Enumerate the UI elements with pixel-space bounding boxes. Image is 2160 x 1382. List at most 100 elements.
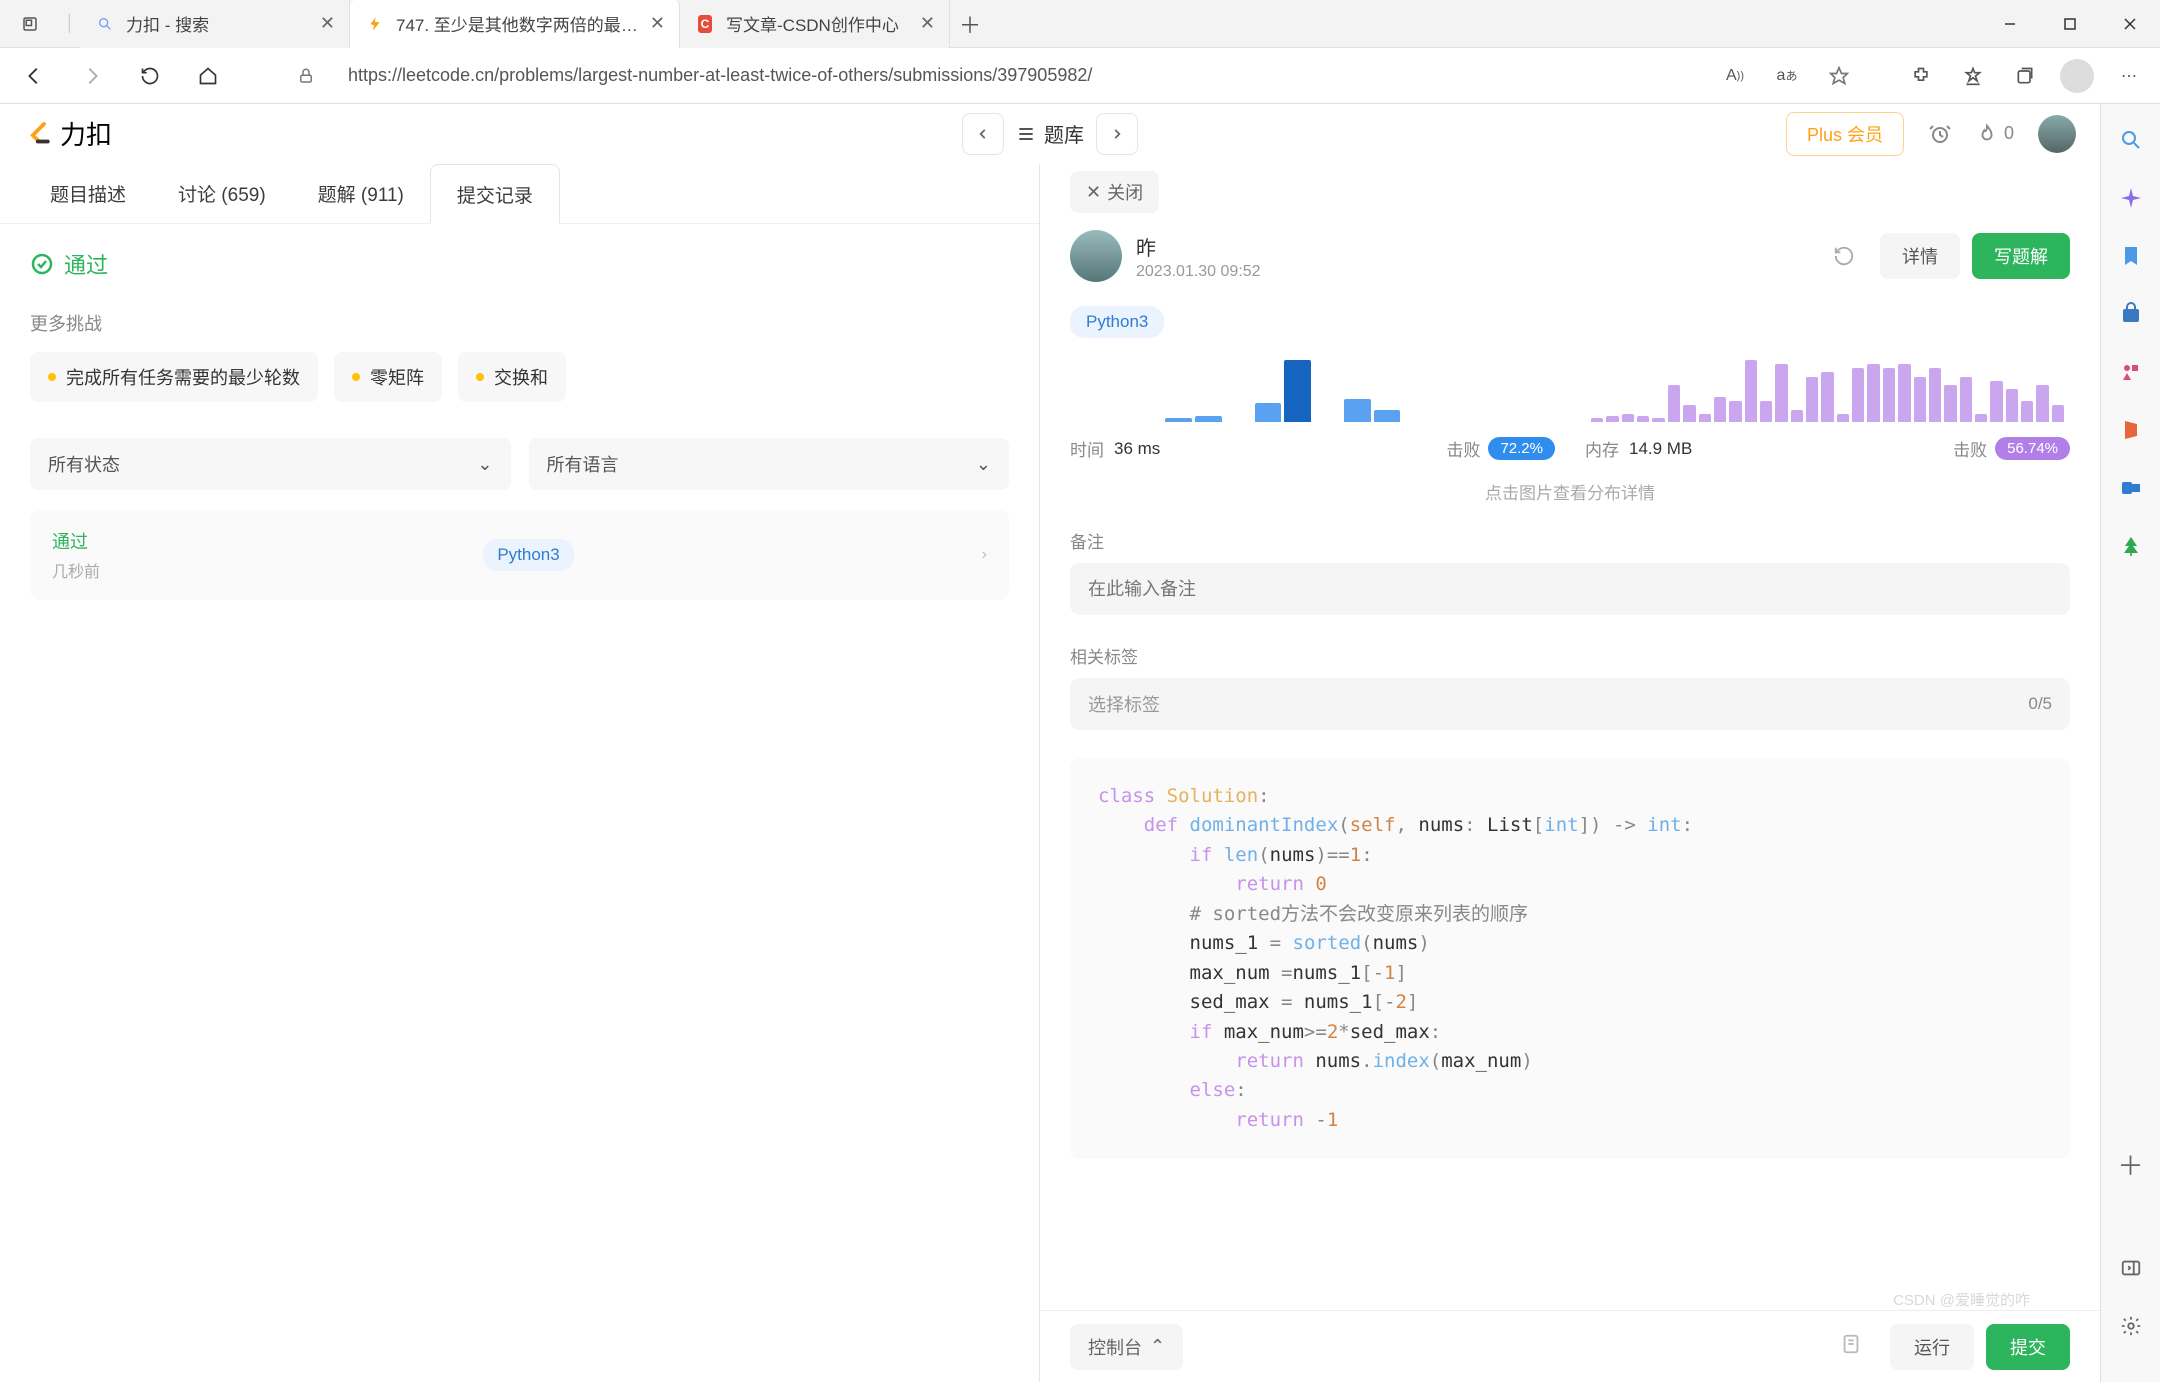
- browser-tab-3[interactable]: C 写文章-CSDN创作中心 ✕: [680, 0, 950, 48]
- prev-problem-button[interactable]: [962, 113, 1004, 155]
- plus-button[interactable]: Plus 会员: [1786, 112, 1904, 156]
- tree-icon[interactable]: [2115, 530, 2147, 562]
- chart-bar: [1591, 418, 1603, 422]
- tabs-menu-icon[interactable]: [0, 0, 60, 48]
- submission-timestamp: 2023.01.30 09:52: [1136, 263, 1261, 281]
- close-icon[interactable]: ✕: [310, 13, 335, 34]
- chart-bar: [1775, 364, 1787, 422]
- notes-input[interactable]: [1070, 563, 2070, 615]
- office-icon[interactable]: [2115, 414, 2147, 446]
- new-tab-button[interactable]: ＋: [950, 0, 990, 48]
- tab-description[interactable]: 题目描述: [24, 164, 152, 223]
- bookmark-sidebar-icon[interactable]: [2115, 240, 2147, 272]
- search-sidebar-icon[interactable]: [2115, 124, 2147, 156]
- chart-bar: [1165, 418, 1192, 422]
- submission-time: 几秒前: [52, 558, 100, 582]
- console-button[interactable]: 控制台⌃: [1070, 1324, 1183, 1370]
- lc-logo[interactable]: 力扣: [24, 115, 112, 152]
- tab-submissions[interactable]: 提交记录: [430, 164, 560, 224]
- collections-icon[interactable]: [2004, 56, 2046, 96]
- favorites-bar-icon[interactable]: [1952, 56, 1994, 96]
- chart-bar: [1683, 405, 1695, 422]
- chart-bar: [1914, 377, 1926, 422]
- translate-icon[interactable]: aあ: [1766, 56, 1808, 96]
- close-icon[interactable]: ✕: [910, 13, 935, 34]
- search-icon: [94, 13, 116, 35]
- language-filter[interactable]: 所有语言⌄: [529, 438, 1010, 490]
- profile-avatar[interactable]: [2056, 56, 2098, 96]
- lock-icon[interactable]: [282, 56, 330, 96]
- alarm-icon[interactable]: [1928, 122, 1952, 146]
- sparkle-icon[interactable]: [2115, 182, 2147, 214]
- mem-label: 内存: [1585, 436, 1619, 461]
- chart-bar: [1195, 416, 1222, 422]
- close-window-button[interactable]: [2100, 0, 2160, 48]
- url-input[interactable]: [340, 56, 1704, 96]
- challenge-chip[interactable]: 完成所有任务需要的最少轮数: [30, 352, 318, 402]
- tags-input[interactable]: 选择标签 0/5: [1070, 678, 2070, 730]
- chart-bar: [1837, 414, 1849, 422]
- right-panel: ✕关闭 昨 2023.01.30 09:52 详情 写题解: [1040, 164, 2100, 1382]
- home-button[interactable]: [184, 56, 232, 96]
- chart-bar: [1806, 377, 1818, 422]
- notes-icon[interactable]: [1836, 1333, 1866, 1360]
- refresh-button[interactable]: [126, 56, 174, 96]
- streak-counter[interactable]: 0: [1976, 123, 2014, 145]
- next-problem-button[interactable]: [1096, 113, 1138, 155]
- details-button[interactable]: 详情: [1880, 233, 1960, 279]
- tab-title: 写文章-CSDN创作中心: [726, 11, 910, 36]
- close-icon[interactable]: ✕: [640, 13, 665, 34]
- games-icon[interactable]: [2115, 356, 2147, 388]
- tags-label: 相关标签: [1070, 643, 2070, 668]
- memory-chart[interactable]: 内存 14.9 MB 击败56.74%: [1585, 358, 2070, 461]
- add-sidebar-icon[interactable]: ＋: [2115, 1148, 2147, 1180]
- extensions-icon[interactable]: [1900, 56, 1942, 96]
- chart-bar: [1944, 385, 1956, 422]
- close-icon: ✕: [1086, 182, 1101, 203]
- share-icon[interactable]: [1828, 240, 1860, 272]
- settings-sidebar-icon[interactable]: [2115, 1310, 2147, 1342]
- tab-title: 747. 至少是其他数字两倍的最大数: [396, 11, 640, 36]
- browser-tab-1[interactable]: 力扣 - 搜索 ✕: [80, 0, 350, 48]
- more-icon[interactable]: ⋯: [2108, 56, 2150, 96]
- challenge-chip[interactable]: 零矩阵: [334, 352, 442, 402]
- chevron-down-icon: ⌄: [976, 454, 991, 475]
- submission-lang: Python3: [483, 539, 573, 571]
- outlook-icon[interactable]: [2115, 472, 2147, 504]
- submit-button[interactable]: 提交: [1986, 1324, 2070, 1370]
- tab-solutions[interactable]: 题解 (911): [292, 164, 430, 223]
- left-panel: 题目描述 讨论 (659) 题解 (911) 提交记录 通过 更多挑战 完成所有…: [0, 164, 1040, 1382]
- mem-beats: 56.74%: [1995, 437, 2070, 460]
- sidebar-toggle-icon[interactable]: [2115, 1252, 2147, 1284]
- write-solution-button[interactable]: 写题解: [1972, 233, 2070, 279]
- shopping-icon[interactable]: [2115, 298, 2147, 330]
- chart-bar: [1622, 414, 1634, 422]
- submission-status: 通过: [52, 528, 100, 554]
- chart-bar: [1714, 397, 1726, 422]
- challenge-chip[interactable]: 交换和: [458, 352, 566, 402]
- watermark: CSDN @爱睡觉的咋: [1893, 1289, 2030, 1310]
- read-aloud-icon[interactable]: A)): [1714, 56, 1756, 96]
- chart-bar: [1606, 416, 1618, 422]
- problems-link[interactable]: 题库: [1016, 119, 1084, 148]
- close-panel-button[interactable]: ✕关闭: [1070, 171, 1159, 213]
- user-avatar[interactable]: [2038, 115, 2076, 153]
- forward-button: [68, 56, 116, 96]
- favorite-icon[interactable]: [1818, 56, 1860, 96]
- time-chart[interactable]: 时间 36 ms 击败72.2%: [1070, 358, 1555, 461]
- tab-discuss[interactable]: 讨论 (659): [152, 164, 292, 223]
- run-button[interactable]: 运行: [1890, 1324, 1974, 1370]
- leetcode-icon: [364, 13, 386, 35]
- submission-avatar[interactable]: [1070, 230, 1122, 282]
- chart-bar: [2021, 401, 2033, 422]
- more-challenges-label: 更多挑战: [30, 310, 1009, 336]
- submission-row[interactable]: 通过 几秒前 Python3 ›: [30, 510, 1009, 600]
- chart-bar: [1374, 410, 1401, 422]
- minimize-button[interactable]: [1980, 0, 2040, 48]
- chart-bar: [1929, 368, 1941, 422]
- back-button[interactable]: [10, 56, 58, 96]
- browser-tab-2[interactable]: 747. 至少是其他数字两倍的最大数 ✕: [350, 0, 680, 48]
- browser-titlebar: │ 力扣 - 搜索 ✕ 747. 至少是其他数字两倍的最大数 ✕ C 写文章-C…: [0, 0, 2160, 48]
- status-filter[interactable]: 所有状态⌄: [30, 438, 511, 490]
- maximize-button[interactable]: [2040, 0, 2100, 48]
